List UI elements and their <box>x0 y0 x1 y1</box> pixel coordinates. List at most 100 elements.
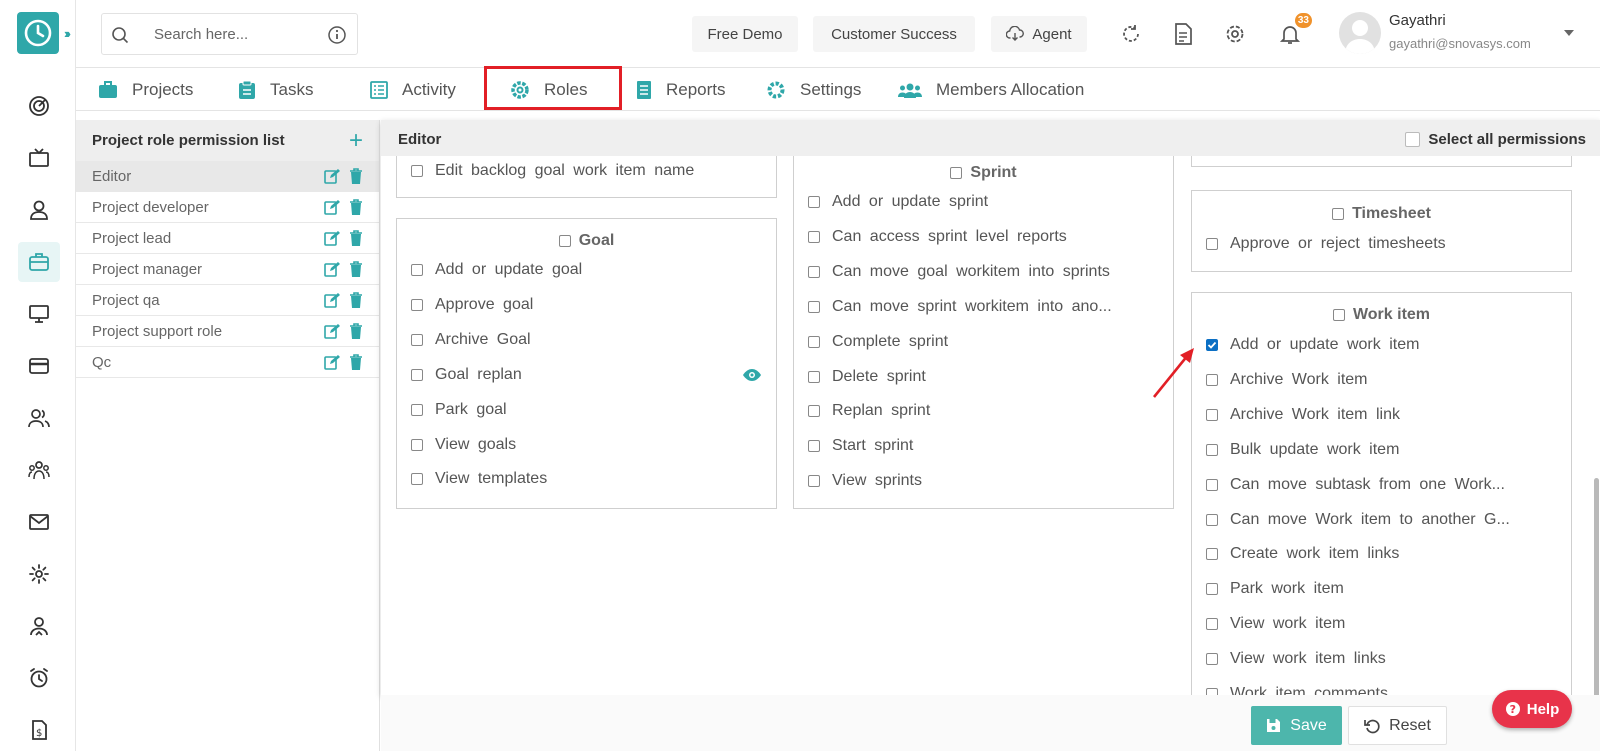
permission-item[interactable]: Archive Work item link <box>1206 406 1400 424</box>
select-all-permissions[interactable]: Select all permissions <box>1405 131 1586 148</box>
permission-item[interactable]: Complete sprint <box>808 333 948 351</box>
permission-checkbox[interactable] <box>1206 478 1218 491</box>
tab-roles[interactable]: Roles <box>510 76 587 104</box>
sidebar-profile[interactable] <box>18 606 60 646</box>
select-all-checkbox[interactable] <box>1405 132 1421 147</box>
group-title[interactable]: Sprint <box>794 164 1173 182</box>
permission-checkbox[interactable] <box>411 264 423 276</box>
role-list-item[interactable]: Editor <box>76 161 379 192</box>
trash-icon[interactable] <box>349 261 363 277</box>
permission-item[interactable]: View work item links <box>1206 650 1386 668</box>
permission-item[interactable]: Edit backlog goal work item name <box>411 162 694 180</box>
chevron-down-icon[interactable] <box>1564 30 1574 36</box>
permission-item[interactable]: Archive Work item <box>1206 371 1368 389</box>
edit-icon[interactable] <box>324 261 340 277</box>
save-button[interactable]: Save <box>1251 706 1342 745</box>
group-checkbox[interactable] <box>1332 309 1345 321</box>
tab-tasks[interactable]: Tasks <box>238 76 313 104</box>
search-box[interactable]: Search here... <box>101 13 358 55</box>
sidebar-settings[interactable] <box>18 554 60 594</box>
permission-checkbox[interactable] <box>1206 548 1218 561</box>
trash-icon[interactable] <box>349 354 363 370</box>
tab-reports[interactable]: Reports <box>636 76 726 104</box>
help-button[interactable]: ? Help <box>1492 690 1572 728</box>
editor-scrollbar[interactable] <box>1594 478 1599 695</box>
reset-button[interactable]: Reset <box>1348 706 1447 745</box>
permission-checkbox[interactable] <box>808 335 820 348</box>
search-input[interactable]: Search here... <box>154 26 248 43</box>
group-title[interactable]: Work item <box>1192 306 1571 324</box>
permission-checkbox[interactable] <box>1206 688 1218 695</box>
permission-item[interactable]: Can move subtask from one Work... <box>1206 476 1505 494</box>
edit-icon[interactable] <box>324 199 340 215</box>
sidebar-billing[interactable] <box>18 346 60 386</box>
info-icon[interactable] <box>327 25 347 45</box>
permission-item[interactable]: Approve goal <box>411 296 533 314</box>
permission-checkbox[interactable] <box>1206 443 1218 456</box>
permission-item[interactable]: Delete sprint <box>808 368 926 386</box>
trash-icon[interactable] <box>349 292 363 308</box>
role-list-item[interactable]: Project lead <box>76 223 379 254</box>
permission-checkbox[interactable] <box>1206 339 1218 351</box>
permission-checkbox[interactable] <box>411 438 423 451</box>
sidebar-mail[interactable] <box>18 502 60 542</box>
permission-checkbox[interactable] <box>411 165 423 177</box>
avatar[interactable] <box>1339 12 1381 54</box>
edit-icon[interactable] <box>324 230 340 246</box>
tab-projects[interactable]: Projects <box>98 76 193 104</box>
permission-item[interactable]: Start sprint <box>808 437 913 455</box>
trash-icon[interactable] <box>349 323 363 339</box>
permission-checkbox[interactable] <box>1206 583 1218 596</box>
role-list-item[interactable]: Project developer <box>76 192 379 223</box>
permission-checkbox[interactable] <box>808 265 820 278</box>
trash-icon[interactable] <box>349 168 363 184</box>
agent-button[interactable]: Agent <box>991 16 1087 52</box>
eye-icon[interactable] <box>742 368 762 382</box>
permission-checkbox[interactable] <box>808 196 820 208</box>
sidebar-people[interactable] <box>18 398 60 438</box>
permission-item[interactable]: Create work item links <box>1206 545 1399 563</box>
permission-item[interactable]: Add or update sprint <box>808 193 988 211</box>
permission-checkbox[interactable] <box>1206 408 1218 421</box>
sidebar-invoice[interactable]: $ <box>18 710 60 750</box>
document-button[interactable] <box>1169 20 1197 48</box>
sidebar-alarm[interactable] <box>18 658 60 698</box>
permission-item[interactable]: View work item <box>1206 615 1345 633</box>
edit-icon[interactable] <box>324 168 340 184</box>
permission-checkbox[interactable] <box>808 300 820 313</box>
permission-item[interactable]: Add or update work item <box>1206 336 1419 354</box>
permission-item[interactable]: Replan sprint <box>808 402 930 420</box>
permission-checkbox[interactable] <box>1206 373 1218 386</box>
permission-checkbox[interactable] <box>1206 653 1218 666</box>
group-title[interactable]: Timesheet <box>1192 205 1571 223</box>
permission-item[interactable]: View goals <box>411 436 516 454</box>
role-list-item[interactable]: Project qa <box>76 285 379 316</box>
settings-button[interactable] <box>1221 20 1249 48</box>
permission-item[interactable]: View templates <box>411 470 547 488</box>
role-list-item[interactable]: Qc <box>76 347 379 378</box>
refresh-button[interactable] <box>1117 20 1145 48</box>
expand-sidebar-icon[interactable]: ››› <box>64 26 71 41</box>
group-checkbox[interactable] <box>558 235 571 247</box>
permission-item[interactable]: Park goal <box>411 401 507 419</box>
sidebar-projects[interactable] <box>18 242 60 282</box>
permission-checkbox[interactable] <box>411 368 423 381</box>
edit-icon[interactable] <box>324 323 340 339</box>
permission-item[interactable]: Bulk update work item <box>1206 441 1399 459</box>
sidebar-user[interactable] <box>18 190 60 230</box>
permission-checkbox[interactable] <box>808 230 820 243</box>
permission-item[interactable]: Park work item <box>1206 580 1344 598</box>
role-list-item[interactable]: Project support role <box>76 316 379 347</box>
permission-item[interactable]: Can move Work item to another G... <box>1206 511 1510 529</box>
permission-item[interactable]: Goal replan <box>411 366 522 384</box>
permission-item[interactable]: Approve or reject timesheets <box>1206 235 1446 253</box>
edit-icon[interactable] <box>324 292 340 308</box>
sidebar-team[interactable] <box>18 450 60 490</box>
permission-item[interactable]: Can move goal workitem into sprints <box>808 263 1110 281</box>
permission-checkbox[interactable] <box>808 440 820 453</box>
permission-checkbox[interactable] <box>808 405 820 418</box>
permission-checkbox[interactable] <box>808 370 820 383</box>
add-role-icon[interactable]: + <box>349 128 363 152</box>
group-checkbox[interactable] <box>950 167 963 179</box>
user-name[interactable]: Gayathri <box>1389 12 1446 29</box>
